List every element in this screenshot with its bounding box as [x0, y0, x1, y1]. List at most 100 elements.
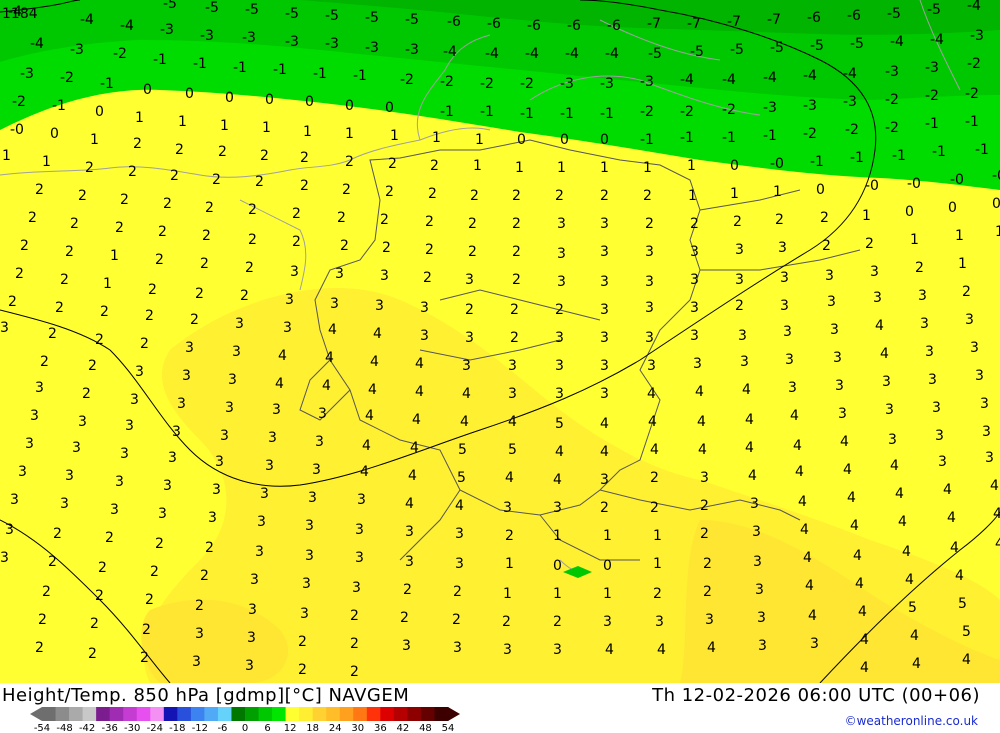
temp-label: 1 [603, 586, 612, 602]
temp-label: 3 [975, 368, 984, 384]
temp-label: 3 [135, 364, 144, 380]
temp-label: -2 [480, 76, 494, 92]
temp-label: 3 [690, 244, 699, 260]
temp-label: 3 [125, 418, 134, 434]
temp-label: -1 [520, 106, 534, 122]
temp-label: -3 [925, 60, 939, 76]
temp-label: 4 [910, 628, 919, 644]
temp-label: -4 [80, 12, 94, 28]
temp-label: 1 [553, 586, 562, 602]
temp-label: 2 [350, 636, 359, 652]
temp-label: 0 [305, 94, 314, 110]
temp-label: 1 [303, 124, 312, 140]
temp-label: 2 [555, 302, 564, 318]
temp-label: 3 [830, 322, 839, 338]
temp-label: 2 [38, 612, 47, 628]
temp-label: -1 [480, 104, 494, 120]
temp-label: 3 [158, 506, 167, 522]
temp-label: 2 [453, 584, 462, 600]
temp-label: 0 [816, 182, 825, 198]
temp-label: 3 [838, 406, 847, 422]
temp-label: 3 [290, 264, 299, 280]
scale-tick-label: -6 [217, 723, 227, 733]
temp-label: 2 [385, 184, 394, 200]
temp-label: 3 [982, 424, 991, 440]
temp-label: -1 [233, 60, 247, 76]
temp-label: 2 [170, 168, 179, 184]
temp-label: 4 [368, 382, 377, 398]
temp-label: 2 [120, 192, 129, 208]
scale-tick-label: 12 [284, 723, 297, 733]
temp-label: 2 [190, 312, 199, 328]
temp-label: 3 [220, 428, 229, 444]
temp-label: 3 [833, 350, 842, 366]
scale-swatch [339, 707, 354, 721]
temp-label: 3 [5, 522, 14, 538]
temp-label: 2 [35, 640, 44, 656]
temp-label: -1 [440, 104, 454, 120]
temp-label: 4 [408, 468, 417, 484]
temp-label: 3 [0, 320, 9, 336]
temp-label: 2 [195, 598, 204, 614]
temp-label: -7 [687, 16, 701, 32]
temp-label: 4 [707, 640, 716, 656]
temp-label: 3 [752, 524, 761, 540]
temp-label: 4 [415, 384, 424, 400]
temp-label: -0 [992, 168, 1000, 184]
temp-label: 1 [653, 556, 662, 572]
temp-label: -3 [325, 36, 339, 52]
temp-label: 3 [780, 298, 789, 314]
temp-label: 4 [875, 318, 884, 334]
temp-label: 3 [420, 328, 429, 344]
temp-label: 3 [330, 296, 339, 312]
temp-label: 3 [208, 510, 217, 526]
temp-label: 3 [355, 522, 364, 538]
temp-label: 2 [468, 216, 477, 232]
temp-label: 2 [403, 582, 412, 598]
credit-link[interactable]: ©weatheronline.co.uk [845, 714, 978, 728]
temp-label: 3 [810, 636, 819, 652]
temp-label: -1 [925, 116, 939, 132]
corner-label: 1184 [2, 6, 38, 22]
temp-label: 3 [318, 406, 327, 422]
temp-label: -3 [600, 76, 614, 92]
temp-label: 3 [195, 626, 204, 642]
temp-label: -1 [965, 114, 979, 130]
temp-label: 3 [508, 358, 517, 374]
temp-label: 3 [305, 548, 314, 564]
temp-label: -5 [850, 36, 864, 52]
temp-label: 3 [825, 268, 834, 284]
temp-label: 2 [218, 144, 227, 160]
scale-swatch [96, 707, 111, 721]
temp-label: 1 [910, 232, 919, 248]
temp-label: -3 [843, 94, 857, 110]
temp-label: 2 [337, 210, 346, 226]
scale-swatch [190, 707, 205, 721]
temp-label: 1 [687, 158, 696, 174]
temp-label: 3 [655, 614, 664, 630]
temp-label: -2 [967, 56, 981, 72]
temp-label: 2 [512, 216, 521, 232]
temp-label: 2 [350, 608, 359, 624]
temp-label: 3 [827, 294, 836, 310]
temp-label: -4 [890, 34, 904, 50]
temp-label: 2 [155, 536, 164, 552]
scale-swatch [393, 707, 408, 721]
temp-label: 2 [298, 634, 307, 650]
temp-label: 0 [905, 204, 914, 220]
temp-label: 2 [820, 210, 829, 226]
temp-label: -7 [647, 16, 661, 32]
temp-label: 3 [245, 658, 254, 674]
temp-label: 2 [555, 188, 564, 204]
temp-label: 2 [452, 612, 461, 628]
scale-tick-label: -24 [147, 723, 163, 733]
scale-tick-label: 24 [329, 723, 342, 733]
temp-label: -4 [722, 72, 736, 88]
temp-label: 2 [703, 584, 712, 600]
temp-label: 5 [457, 470, 466, 486]
temp-label: 2 [260, 148, 269, 164]
temp-label: -6 [567, 18, 581, 34]
temp-label: -5 [365, 10, 379, 26]
scale-swatch [163, 707, 178, 721]
temp-label: 4 [808, 608, 817, 624]
